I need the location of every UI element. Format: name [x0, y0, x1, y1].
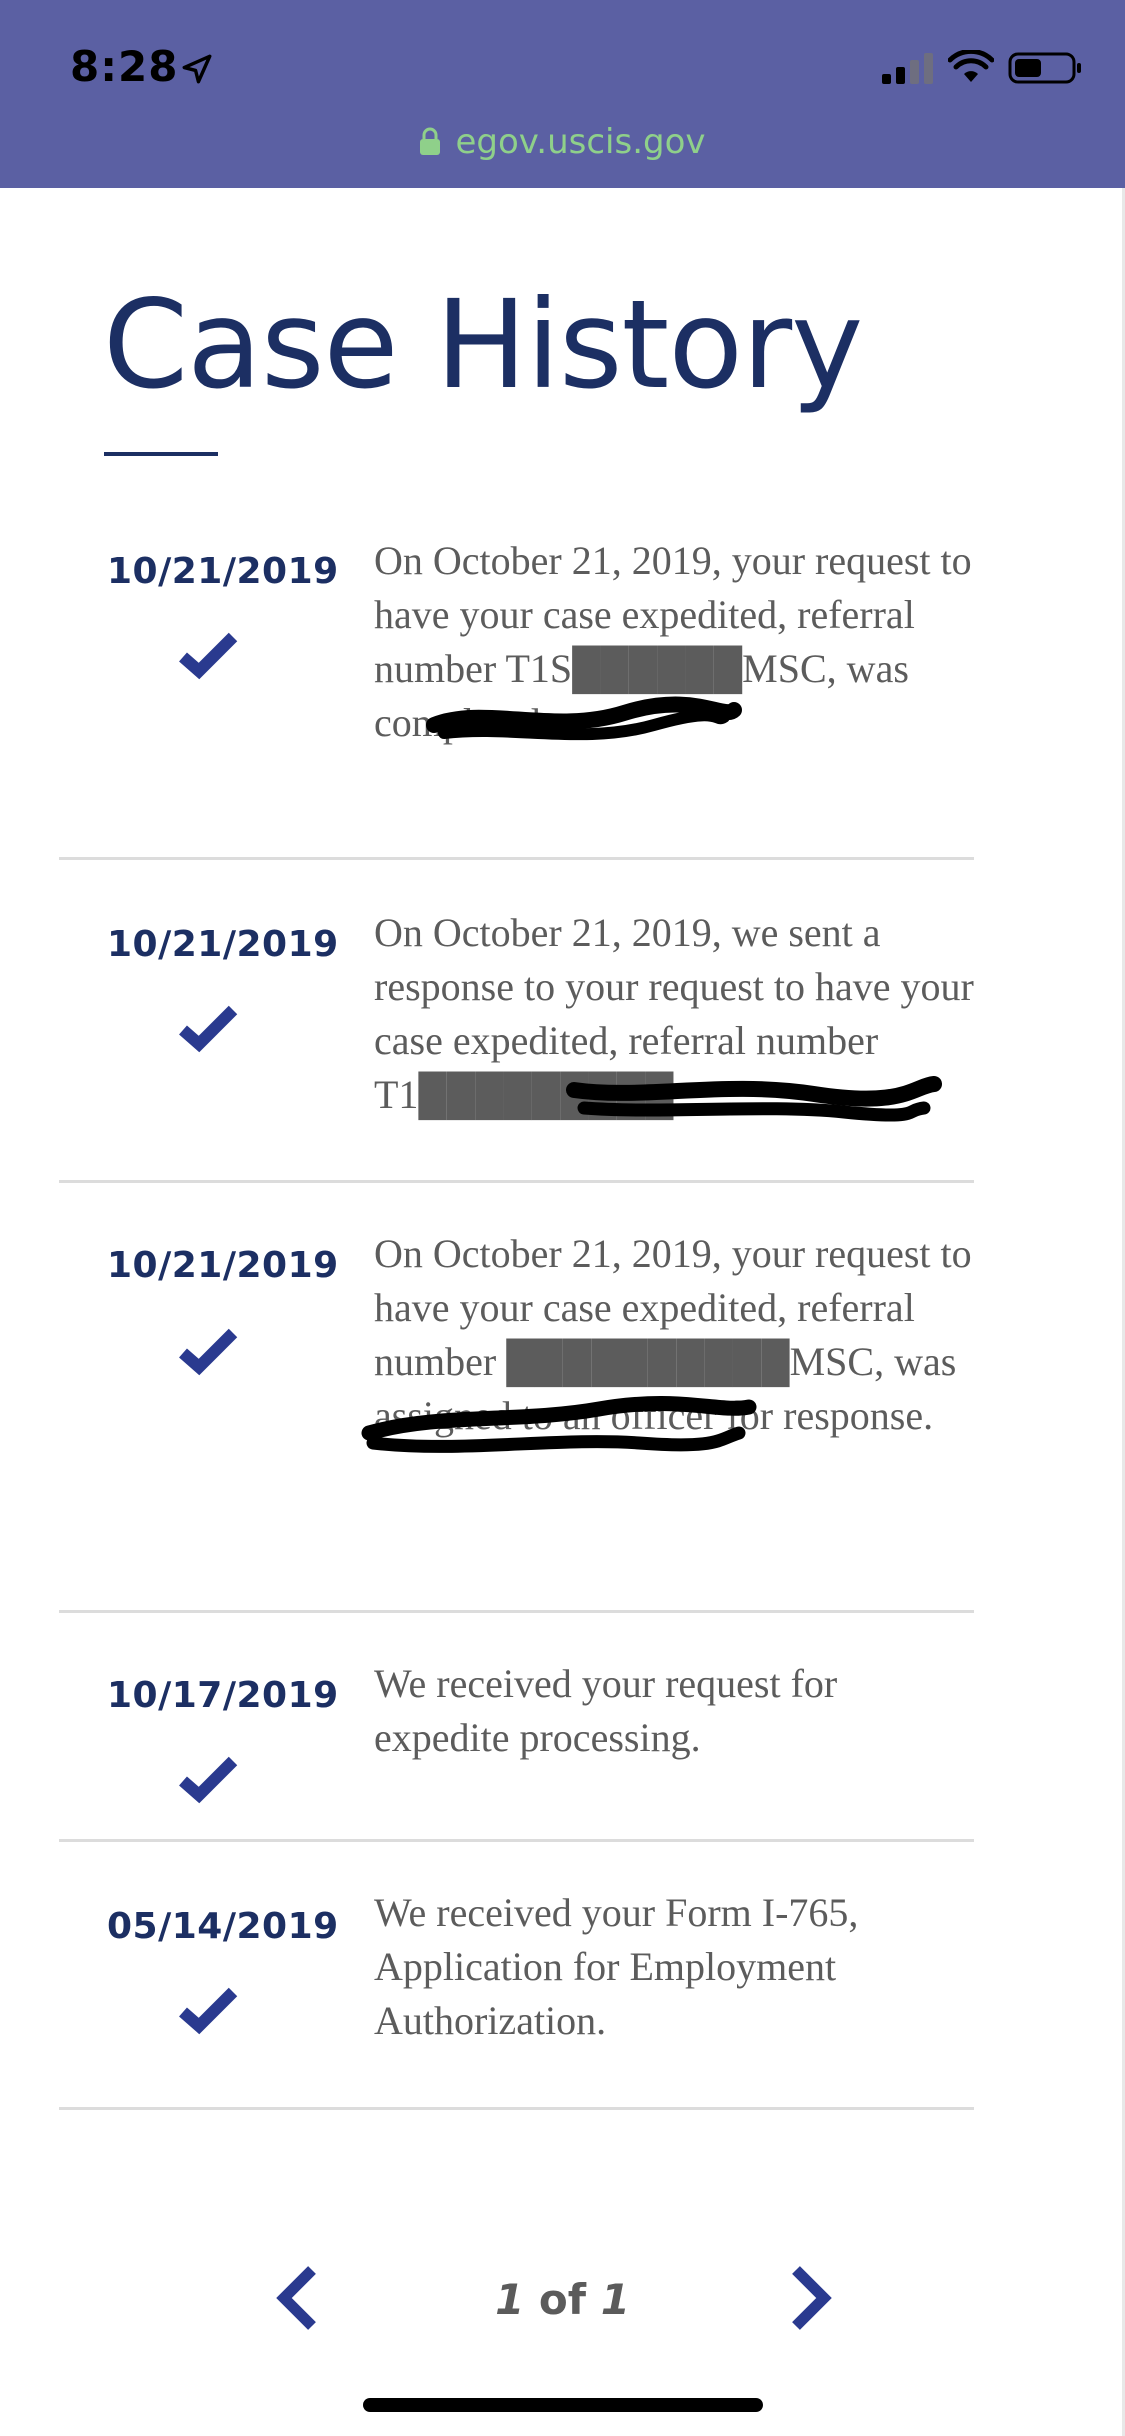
- checkmark-icon: [179, 1005, 238, 1053]
- checkmark-icon: [179, 632, 238, 680]
- page-title: Case History: [103, 274, 863, 416]
- history-item: 05/14/2019 We received your Form I-765, …: [59, 1842, 974, 2110]
- pagination-separator: of: [538, 2275, 587, 2324]
- history-date: 10/21/2019: [107, 924, 339, 965]
- browser-top-bar: 8:28 egov.uscis.gov: [0, 0, 1125, 188]
- pagination-label: 1 of 1: [460, 2268, 665, 2332]
- history-item: 10/21/2019 On October 21, 2019, your req…: [59, 525, 974, 860]
- redaction-scribble: [426, 696, 742, 741]
- location-arrow-icon: [182, 54, 212, 84]
- redaction-scribble: [566, 1076, 942, 1122]
- history-text: We received your request for expedite pr…: [374, 1661, 838, 1760]
- history-item: 10/17/2019 We received your request for …: [59, 1613, 974, 1842]
- cellular-signal-icon: [882, 53, 933, 84]
- history-date: 10/21/2019: [107, 551, 339, 592]
- wifi-icon: [948, 50, 994, 82]
- history-item: 10/21/2019 On October 21, 2019, we sent …: [59, 860, 974, 1183]
- status-time: 8:28: [70, 42, 179, 91]
- url-text: egov.uscis.gov: [455, 122, 706, 162]
- checkmark-icon: [179, 1756, 238, 1804]
- chevron-left-icon[interactable]: [268, 2262, 328, 2334]
- battery-icon: [1008, 52, 1081, 84]
- pagination-total: 1: [600, 2275, 630, 2324]
- history-item: 10/21/2019 On October 21, 2019, your req…: [59, 1183, 974, 1613]
- pagination-current: 1: [495, 2275, 525, 2324]
- lock-icon: [420, 127, 441, 155]
- address-bar[interactable]: egov.uscis.gov: [0, 118, 1125, 166]
- home-indicator[interactable]: [363, 2398, 763, 2412]
- checkmark-icon: [179, 1328, 238, 1376]
- history-date: 10/21/2019: [107, 1245, 339, 1286]
- history-date: 05/14/2019: [107, 1906, 339, 1947]
- title-underline: [104, 452, 218, 456]
- chevron-right-icon[interactable]: [780, 2262, 840, 2334]
- redaction-scribble: [361, 1396, 757, 1453]
- history-date: 10/17/2019: [107, 1675, 339, 1716]
- history-text: We received your Form I-765, Application…: [374, 1890, 859, 2043]
- checkmark-icon: [179, 1987, 238, 2035]
